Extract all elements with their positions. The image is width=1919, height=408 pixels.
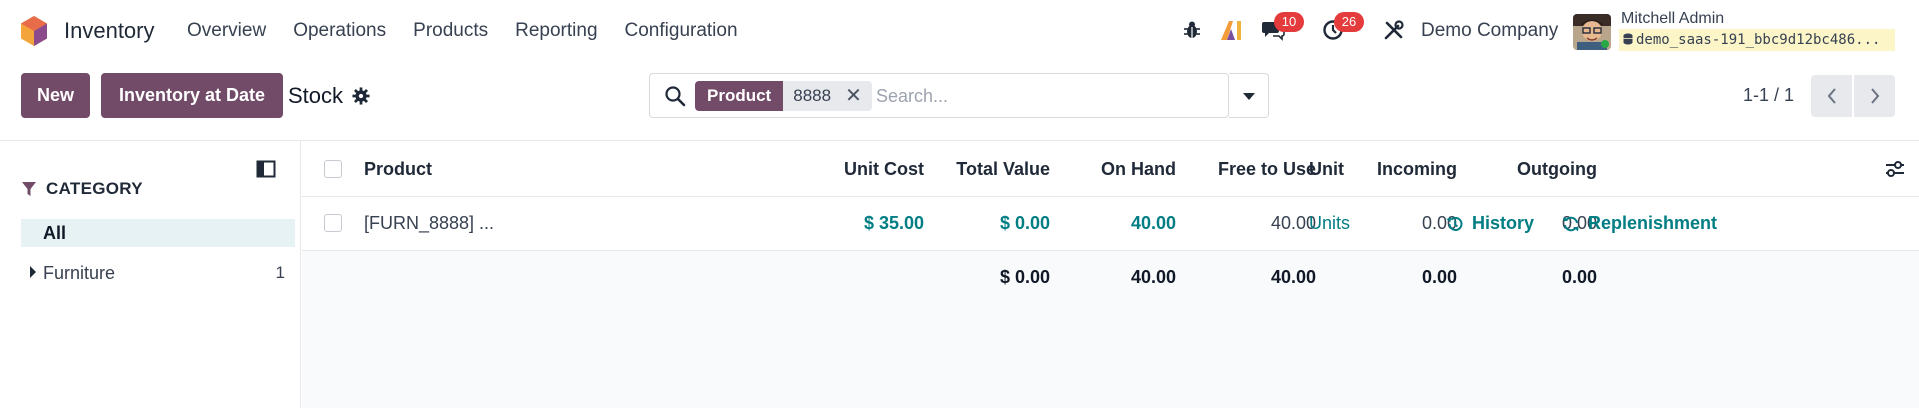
bug-icon[interactable] [1179, 17, 1205, 43]
search-facet-product[interactable]: Product 8888 ✕ [695, 81, 872, 111]
tools-icon[interactable] [1381, 17, 1407, 43]
category-item-furniture[interactable]: Furniture 1 [21, 259, 285, 287]
menu-item-overview[interactable]: Overview [187, 20, 266, 42]
category-count: 1 [275, 263, 285, 282]
cell-product[interactable]: [FURN_8888] ... [364, 213, 494, 234]
new-button[interactable]: New [21, 73, 90, 118]
main-menu: Overview Operations Products Reporting C… [187, 20, 765, 42]
inventory-app-icon[interactable] [20, 15, 48, 47]
table-row[interactable]: [FURN_8888] ... $ 35.00 $ 0.00 40.00 40.… [302, 197, 1919, 251]
table-totals-row: $ 0.00 40.00 40.00 0.00 0.00 [302, 251, 1919, 306]
column-header-free-to-use[interactable]: Free to Use [1218, 159, 1316, 180]
history-icon [1446, 216, 1463, 231]
search-input[interactable] [876, 81, 1216, 111]
cell-unit-cost[interactable]: $ 35.00 [864, 213, 924, 234]
category-header: CATEGORY [22, 179, 143, 199]
database-badge: demo_saas-191_bbc9d12bc486... [1619, 29, 1895, 51]
history-button[interactable]: History [1446, 213, 1534, 234]
messages-badge: 10 [1274, 12, 1304, 32]
free-to-use-sum: 40.00 [1270, 267, 1316, 287]
menu-item-products[interactable]: Products [413, 20, 488, 42]
activities-badge: 26 [1334, 12, 1364, 32]
facet-value: 8888 [793, 86, 832, 105]
search-options-toggle[interactable] [1229, 73, 1269, 118]
gear-icon[interactable] [352, 87, 370, 105]
refresh-icon [1563, 216, 1579, 231]
row-checkbox[interactable] [324, 214, 342, 232]
user-avatar[interactable] [1573, 14, 1611, 50]
app-name[interactable]: Inventory [64, 18, 155, 44]
activity-clock-icon[interactable]: 26 [1320, 12, 1364, 43]
category-side-panel: CATEGORY All Furniture 1 [0, 141, 301, 408]
caret-right-icon[interactable] [29, 265, 37, 279]
sidebar-toggle-icon[interactable] [256, 159, 276, 179]
optional-columns-icon[interactable] [1884, 159, 1906, 179]
pager-value[interactable]: 1-1 / 1 [1743, 85, 1794, 106]
filter-icon [22, 182, 36, 196]
on-hand-sum: 40.00 [1130, 267, 1176, 287]
ai-icon[interactable] [1218, 17, 1244, 43]
column-header-product[interactable]: Product [364, 159, 432, 180]
cell-total-value[interactable]: $ 0.00 [1000, 213, 1050, 234]
facet-value-wrap: 8888 ✕ [783, 81, 872, 111]
pager-previous-button[interactable] [1811, 75, 1852, 117]
category-all[interactable]: All [21, 219, 295, 247]
menu-item-reporting[interactable]: Reporting [515, 20, 597, 42]
category-title: CATEGORY [46, 179, 143, 198]
column-header-unit-cost[interactable]: Unit Cost [844, 159, 924, 180]
cell-on-hand[interactable]: 40.00 [1131, 213, 1176, 234]
incoming-sum: 0.00 [1421, 267, 1457, 287]
caret-down-icon [1242, 92, 1255, 100]
inventory-at-date-button[interactable]: Inventory at Date [101, 73, 283, 118]
top-navbar: Inventory Overview Operations Products R… [0, 0, 1919, 62]
select-all-checkbox[interactable] [324, 160, 342, 178]
category-name: Furniture [43, 263, 116, 283]
user-name[interactable]: Mitchell Admin [1621, 10, 1724, 28]
stock-list: Product Unit Cost Total Value On Hand Fr… [302, 141, 1919, 408]
database-name: demo_saas-191_bbc9d12bc486... [1636, 32, 1881, 48]
menu-item-operations[interactable]: Operations [293, 20, 386, 42]
total-value-sum: $ 0.00 [999, 267, 1050, 287]
chevron-right-icon [1870, 88, 1879, 104]
category-all-label: All [43, 223, 67, 243]
close-icon[interactable]: ✕ [845, 81, 862, 111]
replenishment-label: Replenishment [1588, 213, 1718, 233]
column-header-incoming[interactable]: Incoming [1377, 159, 1457, 180]
messages-icon[interactable]: 10 [1260, 12, 1304, 43]
chevron-left-icon [1827, 88, 1836, 104]
pager-next-button[interactable] [1854, 75, 1895, 117]
column-header-outgoing[interactable]: Outgoing [1517, 159, 1597, 180]
cell-unit[interactable]: Units [1309, 213, 1350, 234]
page-title: Stock [288, 83, 344, 108]
database-icon [1623, 33, 1633, 45]
facet-label: Product [695, 81, 784, 111]
search-icon[interactable] [664, 85, 686, 107]
column-header-on-hand[interactable]: On Hand [1101, 159, 1176, 180]
search-bar: Product 8888 ✕ [649, 73, 1229, 118]
company-switcher[interactable]: Demo Company [1421, 20, 1558, 42]
table-header: Product Unit Cost Total Value On Hand Fr… [302, 141, 1919, 197]
menu-item-configuration[interactable]: Configuration [625, 20, 738, 42]
replenishment-button[interactable]: Replenishment [1562, 213, 1717, 234]
column-header-unit[interactable]: Unit [1309, 159, 1344, 180]
outgoing-sum: 0.00 [1561, 267, 1597, 287]
column-header-total-value[interactable]: Total Value [956, 159, 1050, 180]
history-label: History [1472, 213, 1535, 233]
